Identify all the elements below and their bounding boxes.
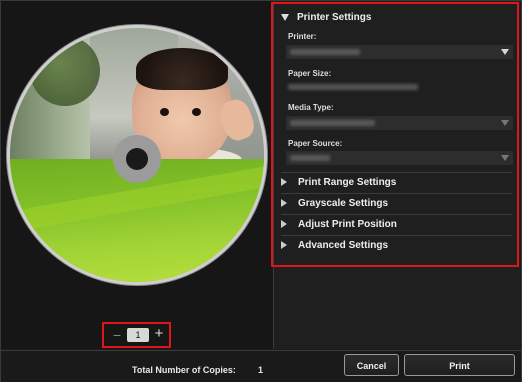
expand-right-icon — [281, 220, 287, 229]
expand-down-icon — [281, 13, 289, 21]
cancel-button[interactable]: Cancel — [344, 354, 399, 376]
expand-right-icon — [281, 178, 287, 187]
print-button[interactable]: Print — [404, 354, 515, 376]
adjust-print-position-header[interactable]: Adjust Print Position — [281, 216, 397, 234]
grayscale-settings-title: Grayscale Settings — [298, 198, 389, 209]
paper-source-label: Paper Source: — [288, 139, 343, 148]
expand-right-icon — [281, 241, 287, 250]
total-copies-label: Total Number of Copies: — [132, 365, 236, 375]
chevron-down-icon — [501, 120, 509, 126]
media-type-label: Media Type: — [288, 103, 334, 112]
decrease-copies-button[interactable]: − — [110, 327, 124, 343]
disc-label-preview — [7, 25, 267, 285]
paper-size-value — [288, 84, 418, 90]
disc-photo — [10, 28, 264, 282]
total-copies-value: 1 — [258, 365, 264, 375]
print-range-settings-header[interactable]: Print Range Settings — [281, 174, 396, 192]
media-type-select[interactable] — [286, 116, 513, 130]
chevron-down-icon — [501, 49, 509, 55]
advanced-settings-title: Advanced Settings — [298, 240, 389, 251]
paper-size-label: Paper Size: — [288, 69, 332, 78]
printer-settings-header[interactable]: Printer Settings — [281, 9, 371, 27]
disc-center-hole — [126, 148, 148, 170]
copies-input[interactable]: 1 — [127, 328, 149, 342]
printer-label: Printer: — [288, 32, 317, 41]
copies-stepper: − 1 + — [102, 322, 171, 348]
advanced-settings-header[interactable]: Advanced Settings — [281, 237, 388, 255]
grayscale-settings-header[interactable]: Grayscale Settings — [281, 195, 388, 213]
expand-right-icon — [281, 199, 287, 208]
printer-select[interactable] — [286, 45, 513, 59]
chevron-down-icon — [501, 155, 509, 161]
paper-source-select[interactable] — [286, 151, 513, 165]
print-range-settings-title: Print Range Settings — [298, 177, 397, 188]
increase-copies-button[interactable]: + — [152, 326, 166, 342]
adjust-print-position-title: Adjust Print Position — [298, 219, 397, 230]
printer-settings-title: Printer Settings — [297, 12, 372, 23]
